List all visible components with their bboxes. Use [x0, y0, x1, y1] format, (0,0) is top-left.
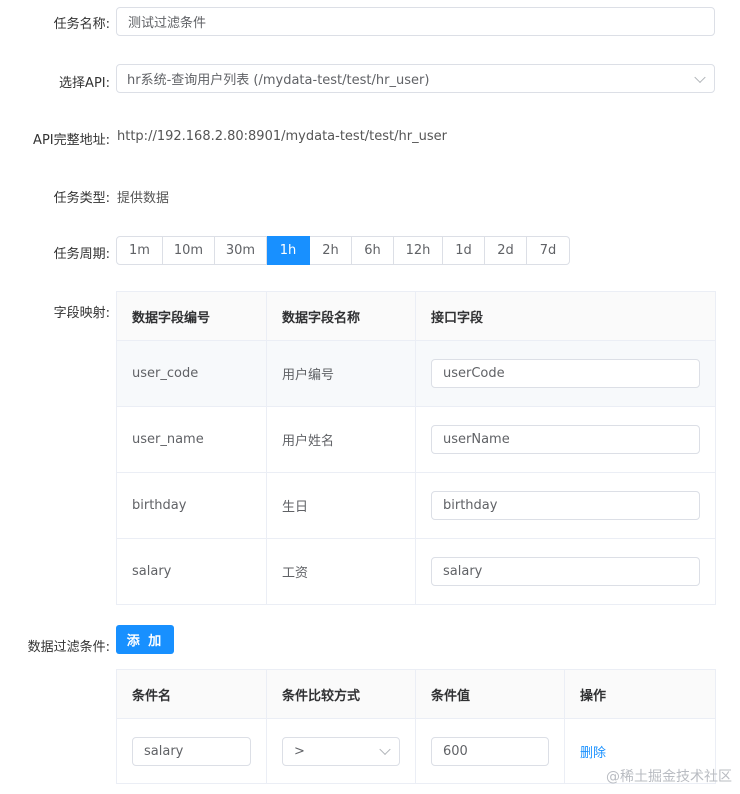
chevron-down-icon: [379, 743, 391, 756]
period-option-30m[interactable]: 30m: [215, 236, 267, 265]
table-row: user_name 用户姓名 userName: [116, 406, 716, 473]
table-row: birthday 生日 birthday: [116, 472, 716, 539]
api-field-input[interactable]: birthday: [431, 491, 700, 520]
column-header: 条件值: [415, 669, 565, 719]
operator-cell: >: [266, 718, 416, 784]
field-mapping-header-row: 数据字段编号 数据字段名称 接口字段: [116, 291, 716, 341]
period-option-1m[interactable]: 1m: [116, 236, 163, 265]
period-option-1d[interactable]: 1d: [443, 236, 485, 265]
field-code-cell: user_name: [116, 406, 267, 473]
field-mapping-table: 数据字段编号 数据字段名称 接口字段 user_code 用户编号 userCo…: [116, 291, 716, 605]
condition-value: 600: [443, 743, 468, 759]
column-header: 条件比较方式: [266, 669, 416, 719]
period-option-2d[interactable]: 2d: [485, 236, 527, 265]
api-url-value: http://192.168.2.80:8901/mydata-test/tes…: [117, 129, 447, 144]
field-name-cell: 工资: [266, 538, 416, 605]
task-type-label: 任务类型:: [53, 191, 110, 206]
field-name-cell: 生日: [266, 472, 416, 539]
task-type-value: 提供数据: [117, 191, 170, 206]
field-code-cell: user_code: [116, 340, 267, 407]
chevron-down-icon: [694, 71, 706, 83]
task-name-value: 测试过滤条件: [128, 16, 207, 31]
api-field-value: birthday: [443, 498, 498, 513]
column-header: 数据字段编号: [116, 291, 267, 341]
api-select-label: 选择API:: [59, 76, 110, 91]
column-header: 操作: [564, 669, 716, 719]
watermark: @稀土掘金技术社区: [606, 769, 732, 785]
api-select-value: hr系统-查询用户列表 (/mydata-test/test/hr_user): [127, 73, 430, 88]
field-name-cell: 用户编号: [266, 340, 416, 407]
task-name-label: 任务名称:: [53, 17, 110, 32]
table-row: user_code 用户编号 userCode: [116, 340, 716, 407]
operator-value: >: [294, 743, 305, 759]
api-field-input[interactable]: salary: [431, 557, 700, 586]
table-row: salary 工资 salary: [116, 538, 716, 605]
api-field-input[interactable]: userCode: [431, 359, 700, 388]
column-header: 条件名: [116, 669, 267, 719]
period-option-2h[interactable]: 2h: [310, 236, 352, 265]
period-option-10m[interactable]: 10m: [163, 236, 215, 265]
condition-name-cell: salary: [116, 718, 267, 784]
field-code-cell: birthday: [116, 472, 267, 539]
operator-select[interactable]: >: [282, 736, 400, 766]
field-code-cell: salary: [116, 538, 267, 605]
api-field-cell: userCode: [415, 340, 716, 407]
period-option-7d[interactable]: 7d: [527, 236, 570, 265]
column-header: 接口字段: [415, 291, 716, 341]
condition-value-cell: 600: [415, 718, 565, 784]
add-filter-button[interactable]: 添 加: [116, 625, 174, 654]
api-url-label: API完整地址:: [33, 133, 110, 148]
task-name-input[interactable]: 测试过滤条件: [116, 7, 715, 36]
api-field-value: userCode: [443, 366, 505, 381]
filter-label: 数据过滤条件:: [27, 640, 110, 655]
task-period-label: 任务周期:: [53, 247, 110, 262]
condition-value-input[interactable]: 600: [431, 736, 549, 766]
period-option-6h[interactable]: 6h: [352, 236, 394, 265]
api-field-input[interactable]: userName: [431, 425, 700, 454]
field-name-cell: 用户姓名: [266, 406, 416, 473]
delete-link[interactable]: 删除: [580, 746, 606, 761]
api-field-value: userName: [443, 432, 510, 447]
filter-header-row: 条件名 条件比较方式 条件值 操作: [116, 669, 716, 719]
field-mapping-label: 字段映射:: [53, 306, 110, 321]
condition-name-input[interactable]: salary: [132, 736, 251, 766]
period-option-12h[interactable]: 12h: [394, 236, 443, 265]
task-period-radio-group: 1m 10m 30m 1h 2h 6h 12h 1d 2d 7d: [116, 236, 570, 265]
api-select[interactable]: hr系统-查询用户列表 (/mydata-test/test/hr_user): [116, 64, 715, 93]
api-field-cell: birthday: [415, 472, 716, 539]
condition-name-value: salary: [144, 743, 184, 759]
api-field-cell: userName: [415, 406, 716, 473]
period-option-1h[interactable]: 1h: [267, 236, 310, 265]
column-header: 数据字段名称: [266, 291, 416, 341]
api-field-cell: salary: [415, 538, 716, 605]
api-field-value: salary: [443, 564, 483, 579]
